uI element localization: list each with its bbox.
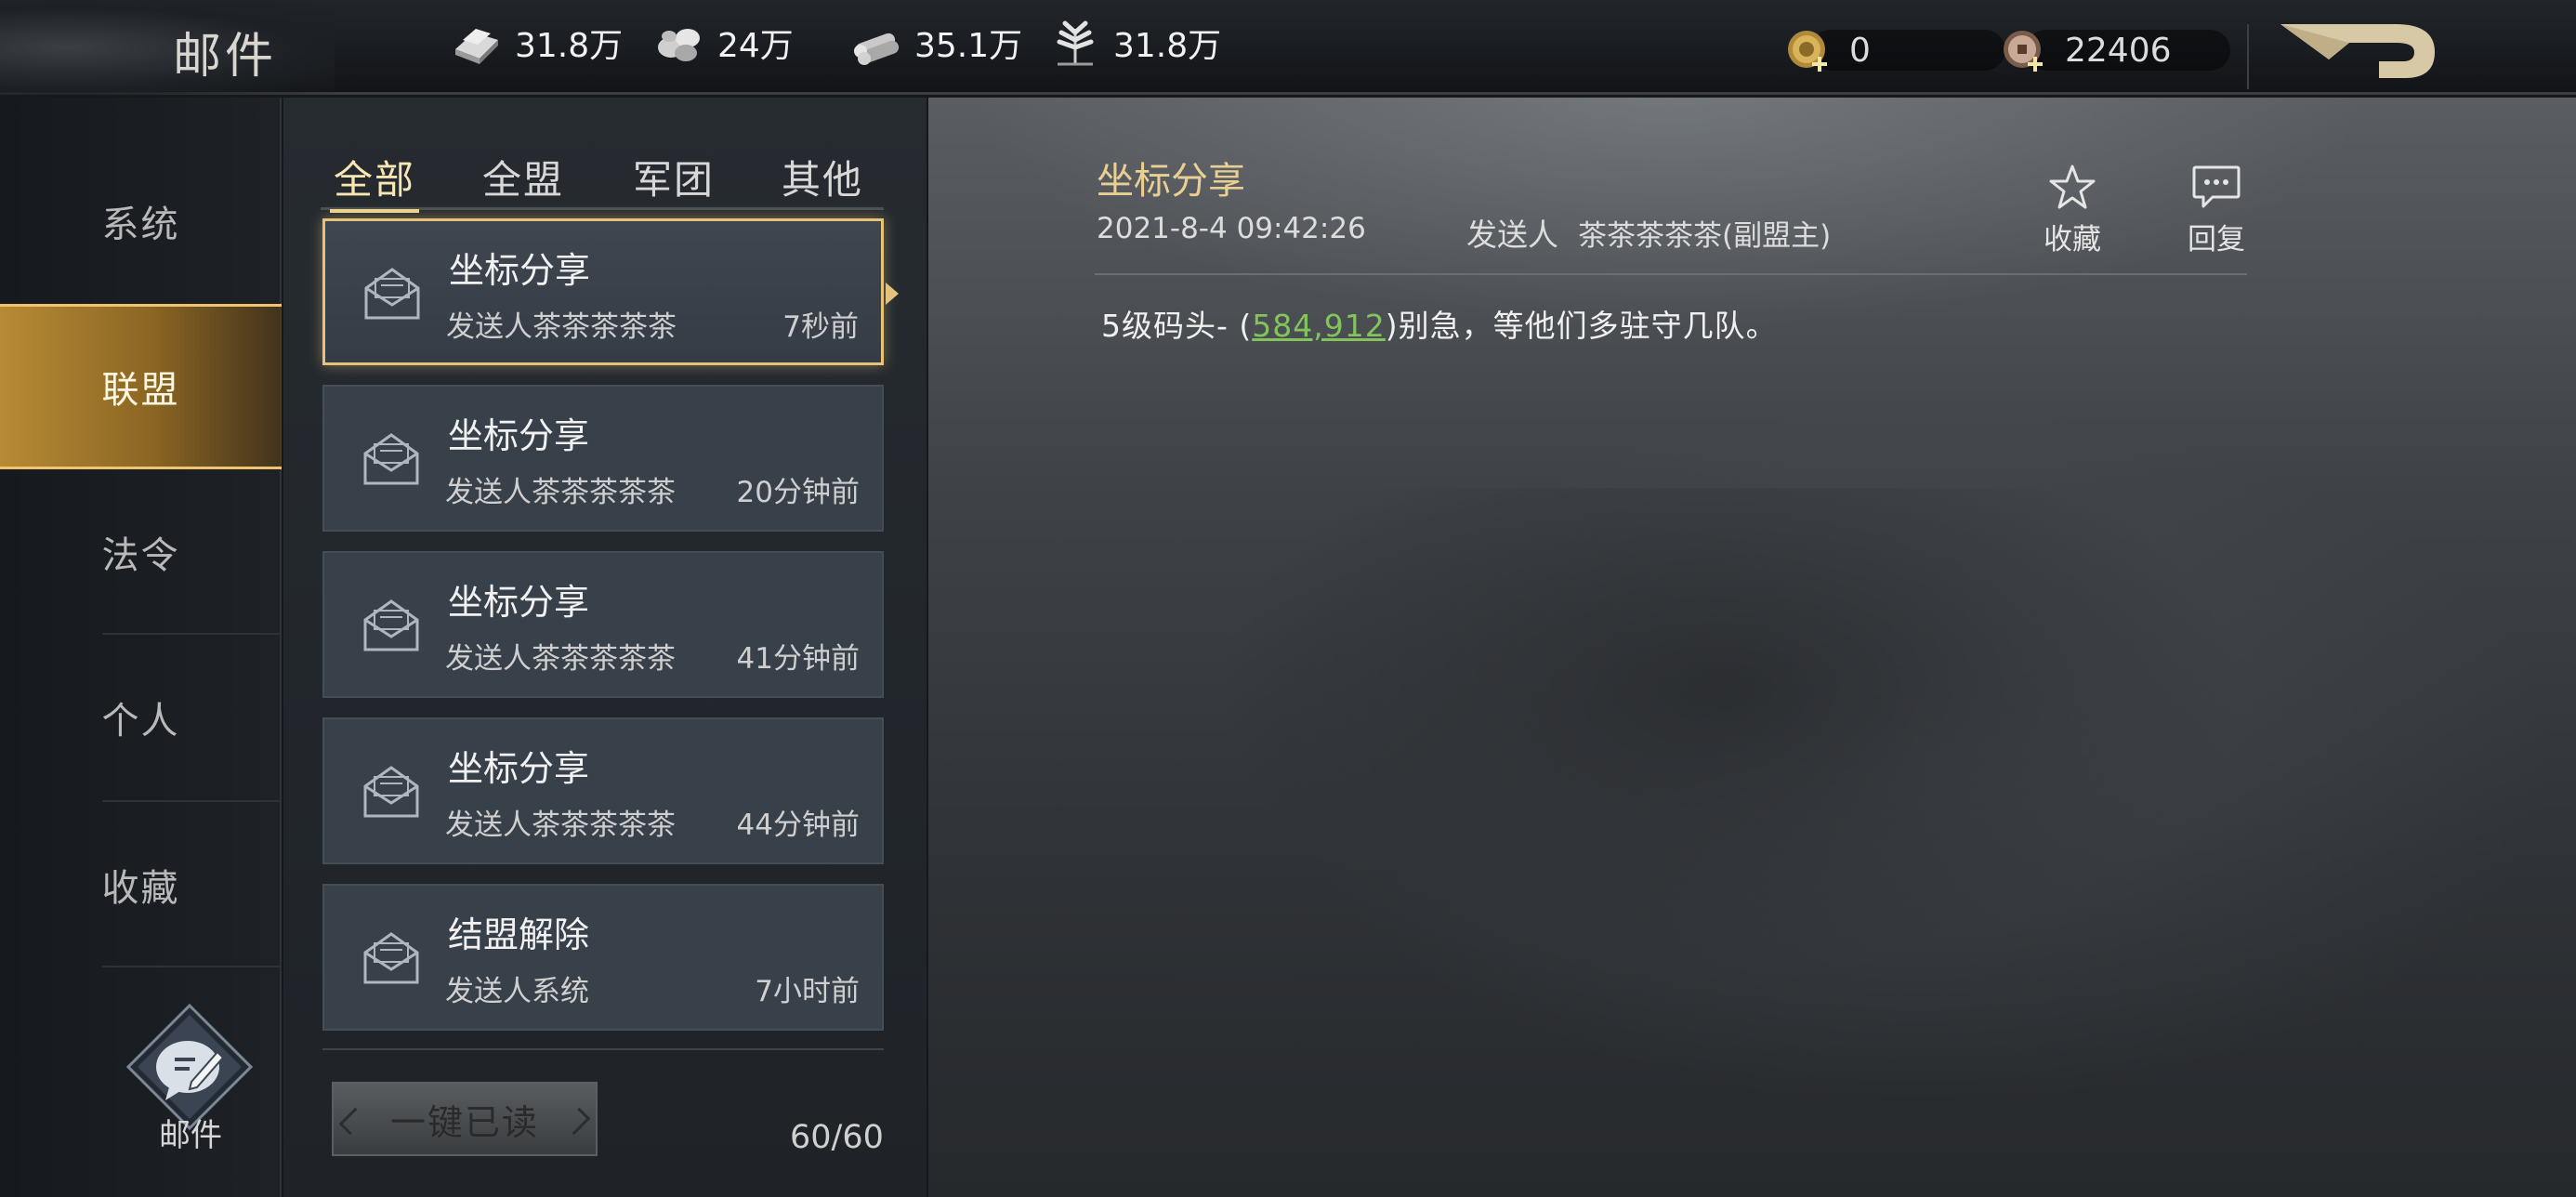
wood-icon [848, 16, 905, 70]
detail-body: 5级码头- (584,912)别急，等他们多驻守几队。 [1101, 301, 1778, 346]
iron-icon [448, 16, 506, 70]
sidebar-item-favorites[interactable]: 收藏 [0, 802, 282, 967]
mail-time: 7小时前 [755, 975, 860, 1008]
detail-date: 2021-8-4 09:42:26 [1097, 212, 1366, 245]
envelope-icon [361, 598, 421, 653]
reply-button[interactable]: 回复 [2175, 164, 2258, 257]
back-arrow-icon [2280, 24, 2435, 78]
stone-icon [651, 16, 708, 70]
detail-sender: 茶茶茶茶茶(副盟主) [1578, 219, 1832, 253]
resource-grain-value: 31.8万 [1113, 27, 1222, 65]
resource-iron-value: 31.8万 [515, 27, 624, 65]
top-bar: 邮件 31.8万 24万 35.1万 31.8万 0 22406 [0, 0, 2576, 95]
mail-list-item[interactable]: 坐标分享 发送人茶茶茶茶茶 20分钟前 [322, 385, 884, 532]
star-icon [2046, 164, 2098, 210]
title-background-art [0, 0, 335, 95]
mail-sender: 发送人茶茶茶茶茶 [445, 809, 676, 842]
resource-stone: 24万 [651, 15, 794, 71]
sidebar-item-label: 个人 [101, 700, 180, 743]
resource-wood-value: 35.1万 [914, 27, 1023, 65]
envelope-icon [362, 266, 422, 322]
mail-detail-panel [928, 98, 2576, 1197]
detail-sender-label: 发送人 [1466, 217, 1558, 253]
copper-currency[interactable]: 22406 [1998, 22, 2230, 78]
mail-time: 41分钟前 [736, 642, 860, 676]
resource-iron: 31.8万 [448, 15, 623, 71]
grain-icon [1046, 16, 1104, 70]
mail-sender: 发送人茶茶茶茶茶 [445, 476, 676, 509]
gold-pill-background [1810, 30, 2005, 71]
mail-filter-tabs: 全部 全盟 军团 其他 [321, 149, 884, 213]
mail-sender: 发送人茶茶茶茶茶 [446, 310, 677, 344]
gold-value: 0 [1849, 31, 1871, 70]
sidebar-item-alliance[interactable]: 联盟 [0, 304, 282, 469]
tab-legion[interactable]: 军团 [633, 149, 715, 205]
mail-sender: 发送人茶茶茶茶茶 [445, 642, 676, 676]
mail-title: 结盟解除 [448, 914, 590, 955]
favorite-button[interactable]: 收藏 [2031, 164, 2114, 257]
body-text-suffix: )别急，等他们多驻守几队。 [1385, 308, 1778, 344]
sidebar-item-label: 收藏 [101, 867, 180, 910]
mail-title: 坐标分享 [448, 415, 590, 456]
body-text-prefix: 5级码头- ( [1101, 308, 1253, 344]
mail-sender: 发送人系统 [445, 975, 589, 1008]
gold-coin-icon [1782, 23, 1836, 77]
mark-all-read-label: 一键已读 [389, 1101, 539, 1143]
sidebar-divider [102, 966, 282, 967]
mail-time: 7秒前 [782, 310, 859, 344]
mail-time: 44分钟前 [736, 809, 860, 842]
sidebar-item-personal[interactable]: 个人 [0, 635, 282, 800]
coordinate-link[interactable]: 584,912 [1252, 308, 1385, 344]
chat-bubble-icon [2190, 164, 2242, 210]
envelope-icon [361, 930, 421, 986]
tab-all[interactable]: 全部 [329, 149, 420, 213]
background-scenery [1170, 488, 2285, 990]
sidebar-item-label: 法令 [101, 534, 180, 577]
resource-stone-value: 24万 [717, 27, 794, 65]
mail-list-item[interactable]: 结盟解除 发送人系统 7小时前 [322, 884, 884, 1031]
mail-list-divider [322, 1048, 884, 1050]
page-title: 邮件 [173, 29, 278, 85]
detail-divider [1095, 273, 2247, 275]
sidebar-item-label: 系统 [101, 204, 180, 246]
copper-value: 22406 [2065, 31, 2172, 70]
mail-title: 坐标分享 [448, 582, 590, 623]
mail-list-item[interactable]: 坐标分享 发送人茶茶茶茶茶 7秒前 [322, 218, 899, 365]
mark-all-read-button[interactable]: 一键已读 [332, 1082, 598, 1156]
mail-title: 坐标分享 [449, 250, 591, 291]
mail-list-item[interactable]: 坐标分享 发送人茶茶茶茶茶 44分钟前 [322, 717, 884, 864]
envelope-icon [361, 431, 421, 487]
mail-list-item[interactable]: 坐标分享 发送人茶茶茶茶茶 41分钟前 [322, 551, 884, 698]
back-button[interactable] [2275, 19, 2442, 84]
mail-time: 20分钟前 [736, 476, 860, 509]
copper-coin-icon [1998, 23, 2052, 77]
mail-count: 60/60 [790, 1119, 884, 1156]
sidebar-item-system[interactable]: 系统 [0, 138, 282, 304]
reply-label: 回复 [2188, 223, 2245, 256]
resource-grain: 31.8万 [1046, 15, 1221, 71]
envelope-icon [361, 764, 421, 820]
gold-currency[interactable]: 0 [1782, 22, 2005, 78]
sidebar-item-decree[interactable]: 法令 [0, 469, 282, 635]
resource-wood: 35.1万 [848, 15, 1022, 71]
sidebar-item-label: 联盟 [101, 369, 180, 412]
top-bar-divider [2247, 24, 2249, 89]
favorite-label: 收藏 [2044, 223, 2101, 256]
mail-title: 坐标分享 [448, 748, 590, 789]
detail-title: 坐标分享 [1097, 160, 1245, 203]
tab-other[interactable]: 其他 [782, 149, 863, 205]
tab-alliance[interactable]: 全盟 [482, 149, 564, 205]
